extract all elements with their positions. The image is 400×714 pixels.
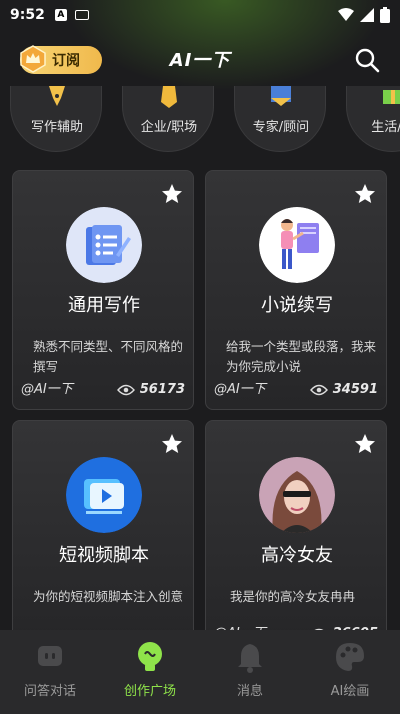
- favorite-star-icon[interactable]: [161, 183, 183, 205]
- nav-item-messages[interactable]: 消息: [200, 630, 300, 714]
- favorite-star-icon[interactable]: [354, 433, 376, 455]
- card-description: 给我一个类型或段落，我来为你完成小说: [226, 339, 377, 374]
- wifi-icon: [338, 8, 354, 21]
- pen-nib-icon: [49, 86, 65, 106]
- category-label: 写作辅助: [30, 120, 83, 135]
- card-general-writing[interactable]: 通用写作 熟悉不同类型、不同风格的撰写 @AI一下 56173: [12, 170, 194, 410]
- eye-icon: [116, 384, 135, 395]
- card-title: 短视频脚本: [59, 545, 149, 566]
- necktie-icon: [161, 86, 177, 108]
- card-description: 熟悉不同类型、不同风格的撰写: [33, 339, 184, 374]
- card-novel-continuation[interactable]: 小说续写 给我一个类型或段落，我来为你完成小说 @AI一下 34591: [205, 170, 387, 410]
- palette-icon: [336, 643, 364, 671]
- video-script-icon: [66, 457, 142, 533]
- card-views: 56173: [116, 382, 185, 397]
- card-title: 通用写作: [68, 295, 140, 316]
- app-header: 订阅 AI一下: [0, 38, 400, 82]
- favorite-star-icon[interactable]: [354, 183, 376, 205]
- category-writing[interactable]: 写作辅助: [10, 86, 102, 152]
- status-bar: 9:52 A: [0, 0, 400, 30]
- category-life[interactable]: 生活/百: [346, 86, 400, 152]
- card-description: 我是你的高冷女友冉冉: [230, 589, 356, 604]
- card-short-video-script[interactable]: 短视频脚本 为你的短视频脚本注入创意: [12, 420, 194, 640]
- nav-item-chat[interactable]: 问答对话: [0, 630, 100, 714]
- card-title: 高冷女友: [261, 545, 333, 566]
- card-author: @AI一下: [214, 382, 266, 397]
- battery-icon: [380, 7, 390, 23]
- status-time: 9:52: [10, 7, 45, 23]
- nav-item-creation[interactable]: 创作广场: [100, 630, 200, 714]
- nav-label: 创作广场: [123, 684, 176, 699]
- document-writing-icon: [66, 207, 142, 283]
- bell-icon: [238, 644, 262, 673]
- category-business[interactable]: 企业/职场: [122, 86, 214, 152]
- card-cool-girlfriend[interactable]: 高冷女友 我是你的高冷女友冉冉 @AI一下 26605: [205, 420, 387, 640]
- category-label: 专家/顾问: [252, 120, 310, 135]
- favorite-star-icon[interactable]: [161, 433, 183, 455]
- view-count: 34591: [332, 382, 378, 397]
- bottom-nav: 问答对话 创作广场 消息 AI绘画: [0, 630, 400, 714]
- lightbulb-icon: [138, 642, 162, 671]
- girlfriend-avatar: [259, 457, 335, 533]
- view-count: 56173: [139, 382, 185, 397]
- gift-icon: [383, 90, 400, 104]
- card-description: 为你的短视频脚本注入创意: [33, 589, 184, 604]
- keyboard-icon: [74, 10, 89, 20]
- chat-bot-icon: [38, 646, 62, 666]
- novelist-avatar: [259, 207, 335, 283]
- graduation-cap-icon: [271, 86, 291, 106]
- card-title: 小说续写: [261, 295, 333, 316]
- category-label: 企业/职场: [140, 120, 198, 135]
- eye-icon: [309, 384, 328, 395]
- card-author: @AI一下: [21, 382, 73, 397]
- category-expert[interactable]: 专家/顾问: [234, 86, 326, 152]
- notification-app-icon: A: [54, 9, 67, 21]
- nav-label: 消息: [236, 684, 263, 699]
- page-title: AI一下: [169, 50, 231, 71]
- nav-label: AI绘画: [330, 684, 370, 699]
- category-row: 写作辅助 企业/职场 专家/顾问 生活/百: [0, 86, 400, 158]
- nav-label: 问答对话: [23, 684, 76, 699]
- search-icon[interactable]: [354, 47, 380, 73]
- card-views: 34591: [309, 382, 378, 397]
- category-label: 生活/百: [371, 120, 400, 135]
- signal-icon: [360, 8, 374, 22]
- nav-item-ai-painting[interactable]: AI绘画: [300, 630, 400, 714]
